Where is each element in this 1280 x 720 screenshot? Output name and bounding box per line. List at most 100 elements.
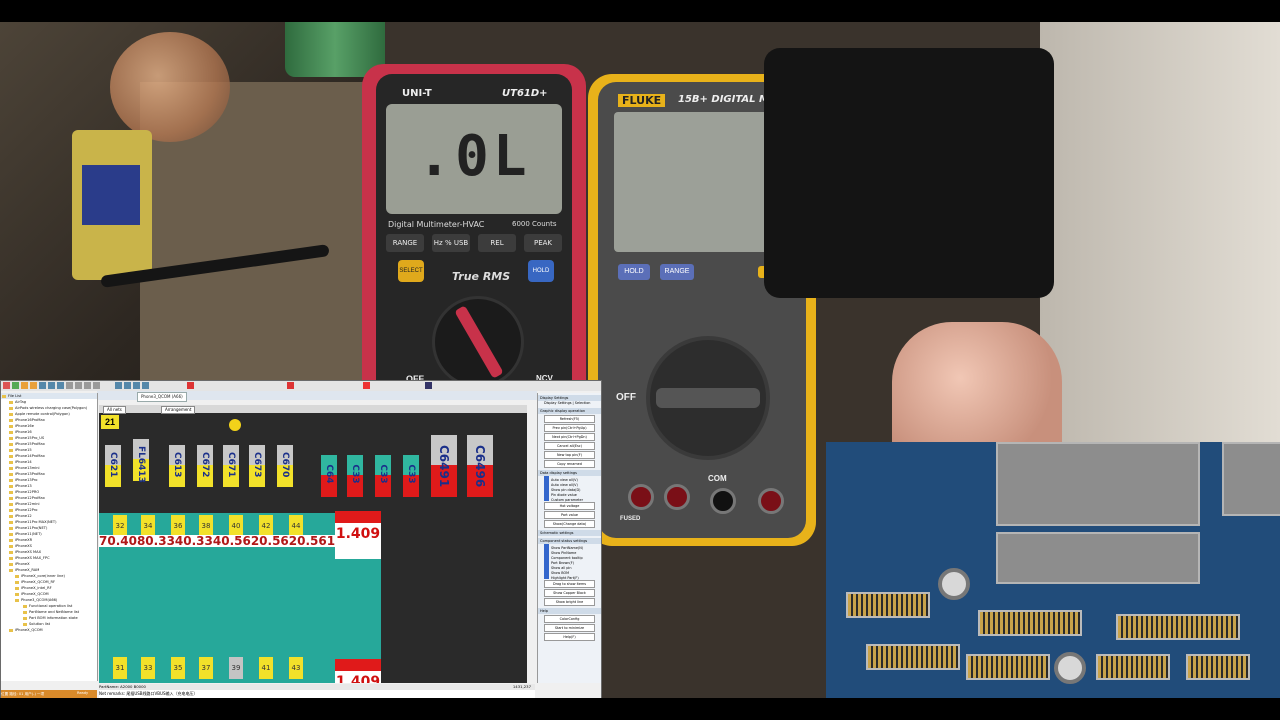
test-point xyxy=(229,419,241,431)
pin[interactable]: 41 xyxy=(259,657,273,679)
toolbar xyxy=(1,381,601,391)
screw xyxy=(938,568,970,600)
panel-button[interactable]: Prev pin(Ctrl+PgUp) xyxy=(544,424,595,432)
toolbar-icon[interactable] xyxy=(115,382,122,389)
file-tree: File List AirTag AirPods wireless charging… xyxy=(1,393,98,681)
tab-all-nets[interactable]: All nets xyxy=(103,406,126,414)
component[interactable]: FL6413 xyxy=(133,439,149,483)
component[interactable]: C671 xyxy=(223,445,239,487)
hand xyxy=(892,322,1062,462)
panel-header: Graphic display operation xyxy=(538,408,601,414)
uni-t-brand: UNI-T xyxy=(402,88,432,99)
toolbar-icon[interactable] xyxy=(12,382,19,389)
toolbar-icon[interactable] xyxy=(363,382,370,389)
panel-button[interactable]: Show(Change data) xyxy=(544,520,595,528)
value-box: 1.409 xyxy=(335,511,381,559)
letterbox-top xyxy=(0,0,1280,22)
panel-button[interactable]: Refresh(F5) xyxy=(544,415,595,423)
toolbar-icon[interactable] xyxy=(287,382,294,389)
component[interactable]: C670 xyxy=(277,445,293,487)
toolbar-icon[interactable] xyxy=(21,382,28,389)
component[interactable]: C6491 xyxy=(431,435,457,497)
component[interactable]: C33 xyxy=(375,455,391,497)
toolbar-icon[interactable] xyxy=(48,382,55,389)
connector xyxy=(1096,654,1170,680)
usb-power-meter xyxy=(72,130,152,280)
toolbar-icon[interactable] xyxy=(133,382,140,389)
net-remarks: Net remarks: 尾插USB线路口VBUS输入（充电电压） xyxy=(99,690,535,698)
component[interactable]: C673 xyxy=(249,445,265,487)
component[interactable]: C621 xyxy=(105,445,121,487)
component[interactable]: C613 xyxy=(169,445,185,487)
peak-button: PEAK xyxy=(524,234,562,252)
pin-values-row: 70.4080.3340.3340.5620.5620.5610.561 xyxy=(99,534,374,548)
letterbox-bottom xyxy=(0,698,1280,720)
toolbar-icon[interactable] xyxy=(425,382,432,389)
boardview-canvas[interactable]: All nets Arrangement 21 C621 FL6413 C613 C6… xyxy=(99,405,527,683)
panel-button[interactable]: Help(F) xyxy=(544,633,595,641)
panel-button[interactable]: Start to minimize xyxy=(544,624,595,632)
panel-checkbox[interactable]: Highlight Part(F) xyxy=(538,574,601,580)
chip xyxy=(996,532,1200,584)
toolbar-icon[interactable] xyxy=(57,382,64,389)
panel-button[interactable]: Hot voltage xyxy=(544,502,595,510)
panel-button[interactable]: ColorConfig xyxy=(544,615,595,623)
connector xyxy=(846,592,930,618)
pin[interactable]: 31 xyxy=(113,657,127,679)
panel-button[interactable]: Cancel all(Esc) xyxy=(544,442,595,450)
pin[interactable]: 37 xyxy=(199,657,213,679)
pin[interactable]: 35 xyxy=(171,657,185,679)
panel-button[interactable]: Drag to show items xyxy=(544,580,595,588)
fused-label: FUSED xyxy=(620,516,641,522)
panel-button[interactable]: Next pin(Ctrl+PgDn) xyxy=(544,433,595,441)
panel-button[interactable]: Show bright line xyxy=(544,598,595,606)
component[interactable]: C33 xyxy=(347,455,363,497)
rotary-dial xyxy=(432,296,524,388)
toolbar-icon[interactable] xyxy=(124,382,131,389)
pin[interactable]: 39 xyxy=(229,657,243,679)
panel-tabs[interactable]: Display Settings | Selection xyxy=(538,401,601,406)
component[interactable]: C6496 xyxy=(467,435,493,497)
chip xyxy=(1222,442,1280,516)
uni-t-subtitle: Digital Multimeter-HVAC xyxy=(388,220,485,229)
toolbar-icon[interactable] xyxy=(3,382,10,389)
panel-button[interactable]: Part value xyxy=(544,511,595,519)
pin[interactable]: 43 xyxy=(289,657,303,679)
toolbar-icon[interactable] xyxy=(142,382,149,389)
com-label: COM xyxy=(708,474,727,483)
fluke-off-label: OFF xyxy=(616,392,636,403)
jack-a xyxy=(628,484,654,510)
footer-status: 位置 路径: 01 用户(-) 一项 Ready xyxy=(1,690,97,698)
uni-t-multimeter: UNI-T UT61D+ .0L Digital Multimeter-HVAC… xyxy=(362,64,586,414)
toolbar-icon[interactable] xyxy=(187,382,194,389)
panel-button[interactable]: Show Copper Block xyxy=(544,589,595,597)
copper-jar xyxy=(110,32,230,142)
toolbar-icon[interactable] xyxy=(75,382,82,389)
panel-button[interactable]: Copy renamed xyxy=(544,460,595,468)
tab-phone3[interactable]: Phone3_QCOM (A66) xyxy=(137,392,187,402)
jack-ma xyxy=(664,484,690,510)
toolbar-icon[interactable] xyxy=(30,382,37,389)
tree-item[interactable]: iPhoneX_QCOM xyxy=(1,627,97,633)
pin[interactable]: 33 xyxy=(141,657,155,679)
rel-button: REL xyxy=(478,234,516,252)
panel-button[interactable]: New tap pin(F) xyxy=(544,451,595,459)
toolbar-icon[interactable] xyxy=(39,382,46,389)
toolbar-icon[interactable] xyxy=(84,382,91,389)
boardview-software-window: Phone3_QCOM (A66) File List AirTag AirPods… xyxy=(0,380,602,698)
pcb-closeup xyxy=(826,442,1280,698)
toolbar-icon[interactable] xyxy=(66,382,73,389)
tab-arrangement[interactable]: Arrangement xyxy=(161,406,196,414)
component[interactable]: C672 xyxy=(197,445,213,487)
uni-t-counts: 6000 Counts xyxy=(512,220,557,228)
panel-checkbox[interactable]: Custom parameter xyxy=(538,496,601,502)
value-box: 1.409 xyxy=(335,659,381,683)
select-button: SELECT xyxy=(398,260,424,282)
screw xyxy=(1054,652,1086,684)
component[interactable]: C33 xyxy=(403,455,419,497)
toolbar-icon[interactable] xyxy=(93,382,100,389)
fluke-rotary-dial xyxy=(646,336,770,460)
range-button: RANGE xyxy=(386,234,424,252)
background-wall xyxy=(1040,22,1280,442)
component[interactable]: C64 xyxy=(321,455,337,497)
